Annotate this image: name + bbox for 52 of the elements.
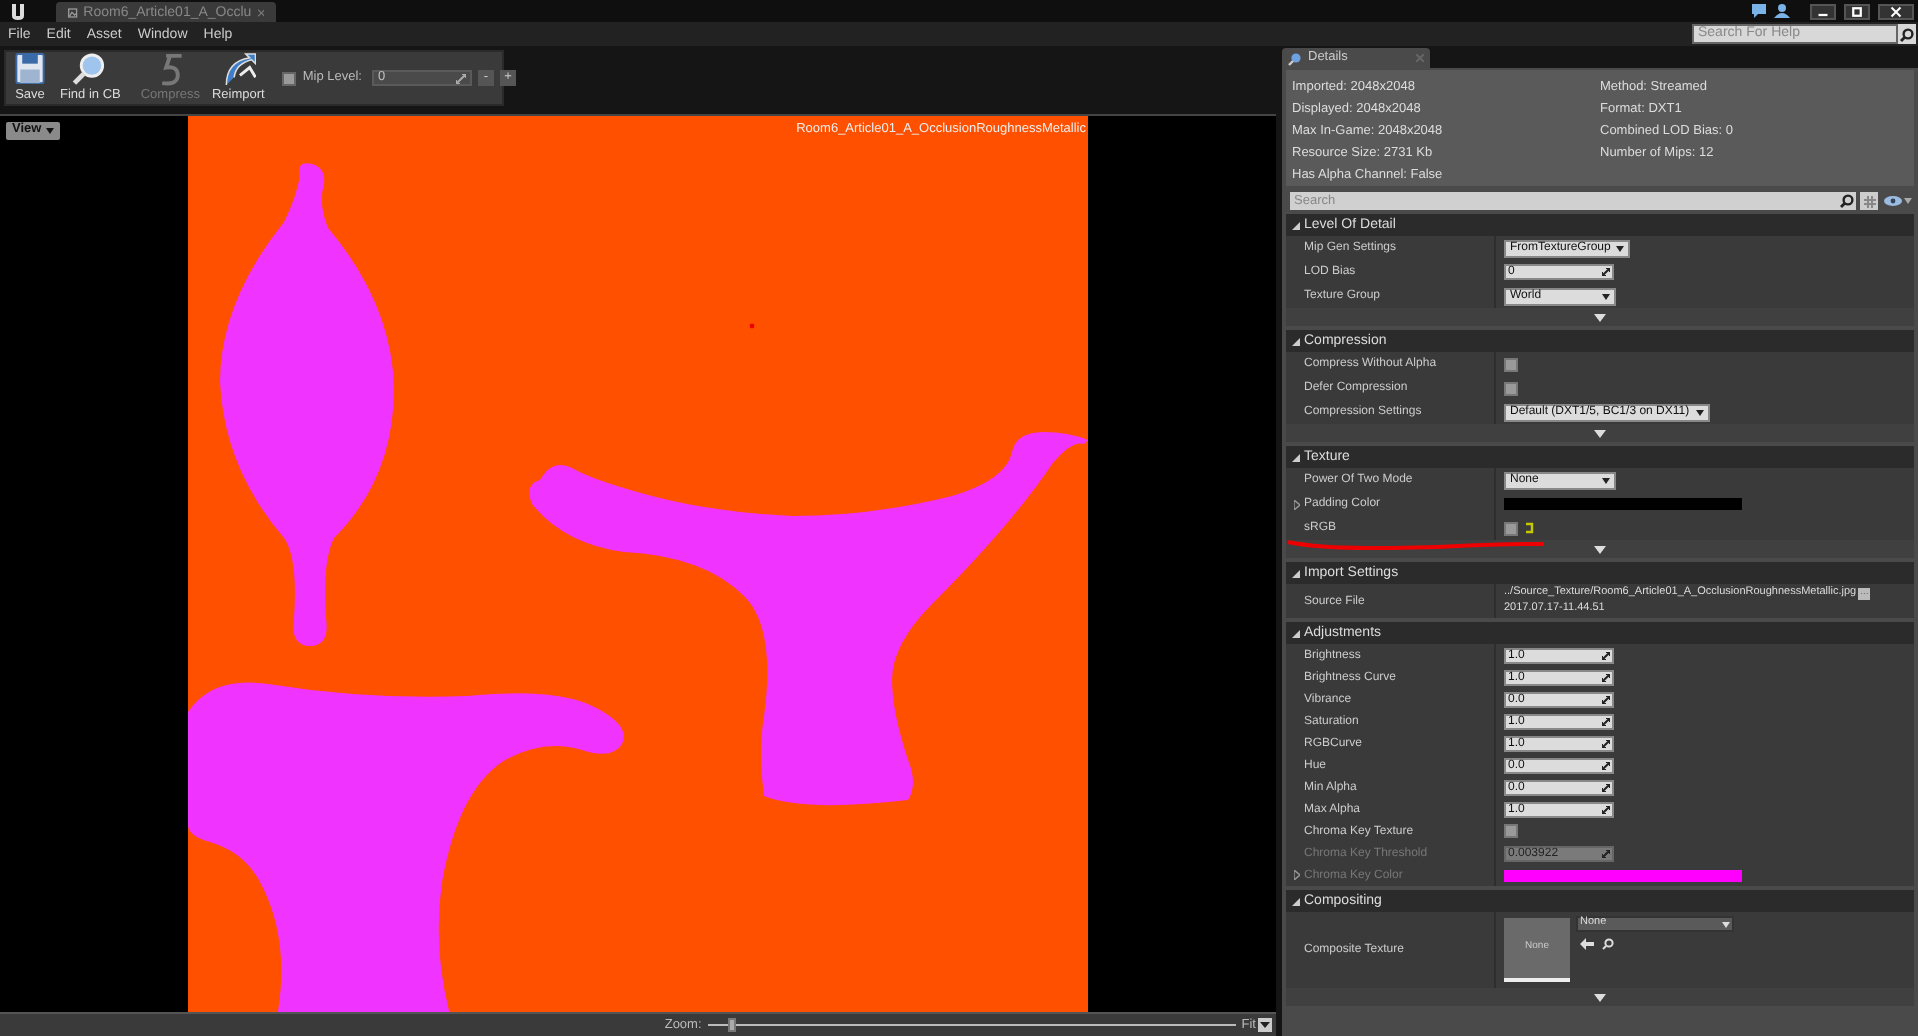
engine-logo-icon — [8, 1, 28, 21]
spin-arrows-icon — [1602, 739, 1610, 747]
close-icon — [257, 7, 264, 17]
spin-arrows-icon — [1602, 695, 1610, 703]
close-button[interactable] — [1878, 3, 1914, 19]
search-icon — [1602, 938, 1614, 950]
search-button[interactable] — [1898, 24, 1916, 44]
caret-icon — [1602, 293, 1610, 299]
checkbox[interactable] — [282, 71, 297, 85]
spin-arrows-icon — [1602, 717, 1610, 725]
visibility-button[interactable] — [1882, 196, 1914, 206]
arrow-left-icon — [1580, 938, 1594, 950]
expand-arrow-icon[interactable] — [1594, 313, 1606, 321]
checkbox[interactable] — [1504, 521, 1518, 535]
checkbox[interactable] — [1504, 381, 1518, 395]
spin-arrows-icon — [1602, 849, 1610, 857]
caret-icon — [45, 128, 54, 134]
minimize-button[interactable] — [1810, 3, 1836, 19]
magnifier-icon — [1288, 51, 1302, 65]
search-icon — [72, 52, 109, 87]
grid-icon — [1863, 195, 1875, 207]
checkbox[interactable] — [1504, 824, 1518, 838]
texture-icon — [68, 5, 78, 19]
spin-arrows-icon — [1602, 651, 1610, 659]
caret-icon — [1616, 245, 1625, 251]
expand-arrow-icon[interactable] — [1594, 993, 1606, 1001]
checkbox[interactable] — [1504, 357, 1518, 371]
chat-bubble-icon — [1752, 4, 1766, 18]
collapsed-triangle-icon — [1294, 870, 1300, 880]
restore-button[interactable] — [1844, 3, 1870, 19]
search-button[interactable] — [1838, 192, 1856, 210]
fit-dropdown-button[interactable] — [1258, 1018, 1272, 1032]
caret-icon — [1722, 921, 1730, 927]
spin-arrows-icon — [1602, 761, 1610, 769]
expand-arrow-icon[interactable] — [1594, 545, 1606, 553]
zoom-slider-thumb[interactable] — [728, 1018, 737, 1032]
eye-icon — [1884, 196, 1902, 206]
caret-icon — [1260, 1022, 1270, 1028]
spin-arrows-icon — [1602, 783, 1610, 791]
reimport-arrow-icon — [220, 52, 257, 87]
spin-arrows-icon — [1602, 673, 1610, 681]
color-swatch[interactable] — [1504, 498, 1742, 510]
collapsed-triangle-icon — [1294, 499, 1300, 509]
expand-arrow-icon[interactable] — [1594, 429, 1606, 437]
search-icon — [1840, 194, 1854, 208]
caret-icon — [1602, 477, 1610, 483]
spin-arrows-icon — [455, 73, 466, 83]
spin-arrows-icon — [1602, 268, 1610, 276]
spin-arrows-icon — [1602, 805, 1610, 813]
caret-icon — [1695, 409, 1704, 415]
user-icon — [1774, 4, 1790, 18]
caret-icon — [1904, 198, 1912, 204]
